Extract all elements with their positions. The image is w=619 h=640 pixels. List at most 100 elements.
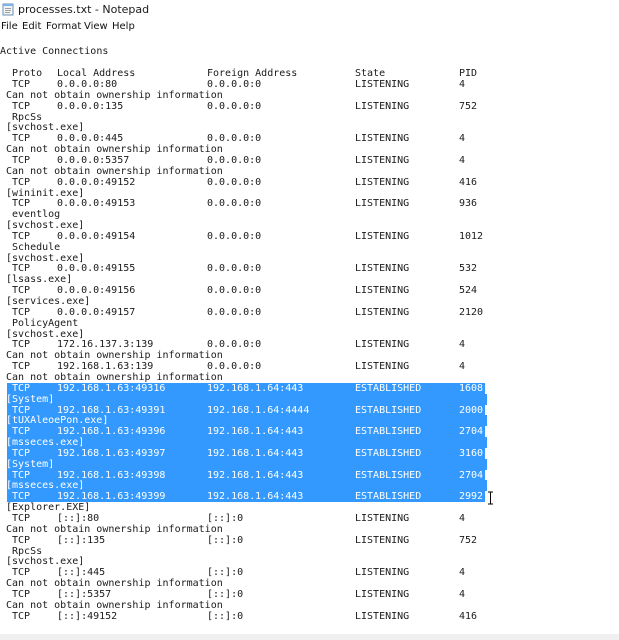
connection-row: TCP 0.0.0.0:80 0.0.0.0:0 LISTENING 4 (0, 79, 619, 90)
connection-row: TCP 0.0.0.0:135 0.0.0.0:0 LISTENING 752 (0, 101, 619, 112)
connection-row: TCP 0.0.0.0:49155 0.0.0.0:0 LISTENING 532 (0, 263, 619, 274)
connection-local: [::]:5357 (57, 589, 112, 600)
connection-local: 0.0.0.0:49153 (57, 198, 136, 210)
connection-pid: 4 (459, 567, 466, 579)
owner-info-line: Can not obtain ownership information (0, 166, 619, 177)
connection-pid: 4 (459, 133, 466, 145)
connection-local: 0.0.0.0:5357 (57, 155, 130, 166)
connection-state: ESTABLISHED (355, 469, 422, 481)
connection-state: LISTENING (355, 610, 410, 622)
menu-bar: File Edit Format View Help (0, 20, 619, 34)
connection-pid: 416 (459, 176, 478, 188)
owner-info-line: eventlog (0, 209, 619, 220)
connection-foreign: 0.0.0.0:0 (207, 100, 262, 112)
connection-foreign: 0.0.0.0:0 (207, 339, 262, 351)
connection-proto: TCP (12, 426, 31, 438)
connection-pid: 4 (459, 589, 466, 600)
owner-info-text: Can not obtain ownership information (6, 144, 223, 156)
connection-local: 192.168.1.63:49391 (57, 404, 166, 416)
owner-info-text: [lsass.exe] (6, 274, 73, 286)
selection-highlight (7, 458, 487, 470)
owner-info-line: Can not obtain ownership information (0, 600, 619, 611)
connection-foreign: 0.0.0.0:0 (207, 285, 262, 297)
connection-state: LISTENING (355, 589, 410, 600)
connection-proto: TCP (12, 589, 31, 600)
owner-info-text: eventlog (6, 209, 61, 221)
connection-state: LISTENING (355, 176, 410, 188)
connection-foreign: 192.168.1.64:443 (207, 491, 304, 503)
connection-row: TCP [::]:445 [::]:0 LISTENING 4 (0, 567, 619, 578)
connection-local: 0.0.0.0:49156 (57, 285, 136, 297)
connection-pid: 524 (459, 285, 478, 297)
connection-local: 0.0.0.0:445 (57, 133, 124, 145)
connection-state: LISTENING (355, 79, 410, 90)
connection-local: [::]:49152 (57, 610, 118, 622)
owner-info-line: Can not obtain ownership information (0, 90, 619, 101)
connection-proto: TCP (12, 610, 31, 622)
menu-file[interactable]: File (1, 20, 18, 34)
connection-proto: TCP (12, 469, 31, 481)
owner-info-line: [svchost.exe] (0, 253, 619, 264)
menu-help[interactable]: Help (112, 20, 135, 34)
connection-local: 172.16.137.3:139 (57, 339, 154, 351)
text-editor[interactable]: Active Connections Proto Local Address F… (0, 34, 619, 640)
connection-pid: 4 (459, 155, 466, 166)
owner-info-text: [svchost.exe] (6, 220, 85, 231)
owner-info-line: Can not obtain ownership information (0, 524, 619, 535)
connection-pid: 752 (459, 100, 478, 112)
owner-info-text: [svchost.exe] (6, 252, 85, 264)
owner-info-text: Can not obtain ownership information (6, 350, 223, 362)
owner-info-line: PolicyAgent (0, 318, 619, 329)
owner-info-line: [lsass.exe] (0, 274, 619, 285)
owner-info-line: Can not obtain ownership information (0, 350, 619, 361)
menu-format[interactable]: Format (46, 20, 81, 34)
connection-row: TCP 192.168.1.63:139 0.0.0.0:0 LISTENING 4 (0, 361, 619, 372)
owner-info-text: Can not obtain ownership information (6, 371, 223, 383)
window-title: processes.txt - Notepad (18, 3, 150, 16)
connection-pid: 3160 (459, 447, 484, 459)
connection-pid: 1608 (459, 382, 484, 394)
connection-row: TCP [::]:49152 [::]:0 LISTENING 416 (0, 611, 619, 622)
connection-state: LISTENING (355, 339, 410, 351)
connection-foreign: 192.168.1.64:443 (207, 447, 304, 459)
connection-foreign: 0.0.0.0:0 (207, 79, 262, 90)
owner-info-text: [msseces.exe] (6, 437, 85, 449)
connection-pid: 4 (459, 79, 466, 90)
menu-edit[interactable]: Edit (22, 20, 41, 34)
connection-row: TCP 192.168.1.63:49398 192.168.1.64:443 EST… (0, 469, 619, 481)
selection-highlight (7, 393, 487, 405)
connection-proto: TCP (12, 100, 31, 112)
owner-info-line: [svchost.exe] (0, 329, 619, 340)
connection-pid: 416 (459, 610, 478, 622)
connection-pid: 2704 (459, 426, 484, 438)
owner-info-text: PolicyAgent (6, 317, 79, 329)
connection-row: TCP [::]:5357 [::]:0 LISTENING 4 (0, 589, 619, 600)
window-bottom-edge (0, 634, 619, 640)
owner-info-text: [services.exe] (6, 296, 91, 307)
owner-info-text: [svchost.exe] (6, 556, 85, 568)
connection-foreign: 192.168.1.64:4444 (207, 404, 310, 416)
connection-state: LISTENING (355, 567, 410, 579)
connection-pid: 752 (459, 534, 478, 546)
connection-local: 192.168.1.63:49398 (57, 469, 166, 481)
connection-local: [::]:80 (57, 513, 100, 524)
connection-local: 192.168.1.63:139 (57, 361, 154, 373)
connection-row: TCP 192.168.1.63:49396 192.168.1.64:443 EST… (0, 426, 619, 438)
connection-row: TCP [::]:80 [::]:0 LISTENING 4 (0, 513, 619, 524)
owner-info-text: Can not obtain ownership information (6, 523, 223, 535)
connection-pid: 2704 (459, 469, 484, 481)
connection-proto: TCP (12, 361, 31, 373)
menu-view[interactable]: View (84, 20, 108, 34)
connection-pid: 2000 (459, 404, 484, 416)
connection-foreign: 0.0.0.0:0 (207, 176, 262, 188)
connection-foreign: 0.0.0.0:0 (207, 198, 262, 210)
connection-pid: 936 (459, 198, 478, 210)
connection-row: TCP 0.0.0.0:445 0.0.0.0:0 LISTENING 4 (0, 133, 619, 144)
owner-info-line: [System] (0, 393, 619, 405)
connection-local: 0.0.0.0:49154 (57, 230, 136, 242)
connection-local: 0.0.0.0:49152 (57, 176, 136, 188)
owner-info-line: Can not obtain ownership information (0, 144, 619, 155)
owner-info-text: [svchost.exe] (6, 328, 85, 340)
connection-pid: 1012 (459, 230, 484, 242)
title-bar[interactable]: processes.txt - Notepad (0, 0, 619, 20)
